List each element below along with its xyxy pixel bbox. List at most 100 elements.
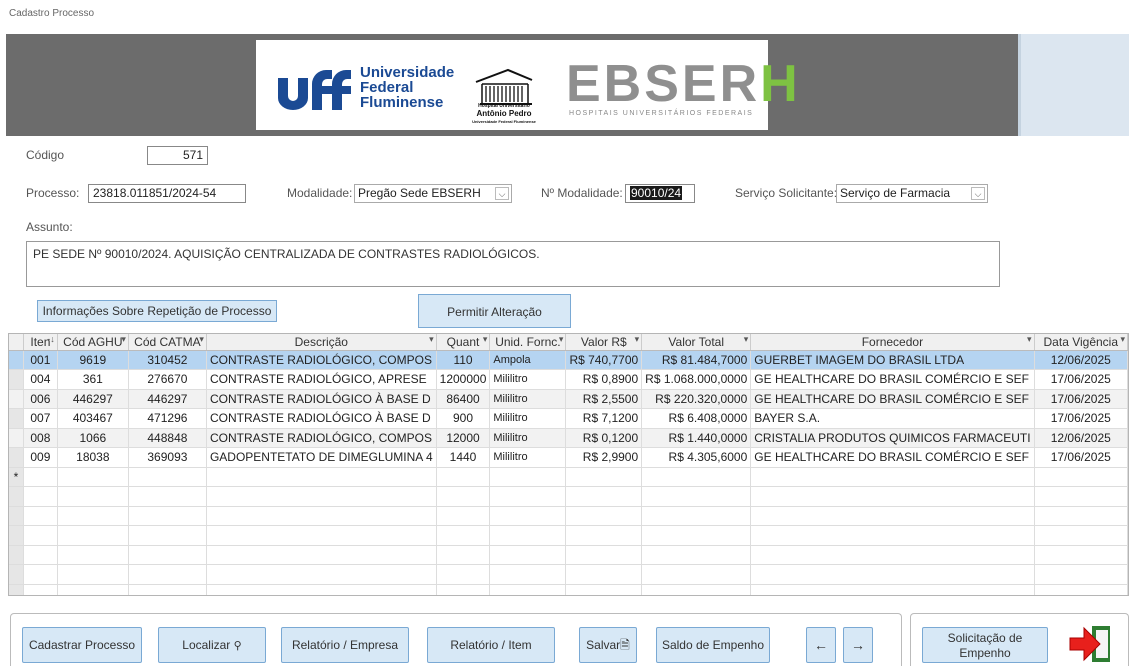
itens-grid[interactable]: Iten -↓ Cód AGHU ▾ Cód CATMA ▾ Descrição ▾ Q… bbox=[8, 333, 1129, 596]
relatorio-empresa-button[interactable]: Relatório / Empresa bbox=[281, 627, 409, 663]
codigo-field[interactable]: 571 bbox=[147, 146, 208, 165]
col-header-cod-catmat[interactable]: Cód CATMA ▾ bbox=[128, 334, 207, 351]
table-row[interactable]: 006 446297 446297 CONTRASTE RADIOLÓGICO À B… bbox=[9, 389, 1128, 409]
table-row[interactable]: 008 1066 448848 CONTRASTE RADIOLÓGICO, COMP… bbox=[9, 428, 1128, 448]
table-cell[interactable] bbox=[128, 467, 207, 487]
table-cell[interactable] bbox=[57, 467, 129, 487]
col-header-quant[interactable]: Quant ▾ bbox=[436, 334, 491, 351]
table-cell[interactable]: R$ 7,1200 bbox=[565, 408, 643, 429]
row-selector[interactable] bbox=[9, 447, 25, 468]
col-header-valor[interactable]: Valor R$ ▾ bbox=[565, 334, 643, 351]
table-cell[interactable]: R$ 81.484,7000 bbox=[641, 350, 752, 370]
table-cell[interactable]: CONTRASTE RADIOLÓGICO, COMPOS bbox=[206, 350, 437, 370]
modalidade-select[interactable]: Pregão Sede EBSERH ⌵ bbox=[354, 184, 512, 203]
table-cell[interactable]: 446297 bbox=[57, 389, 129, 409]
table-row[interactable]: 009 18038 369093 GADOPENTETATO DE DIMEGLUMI… bbox=[9, 447, 1128, 468]
table-cell[interactable]: GE HEALTHCARE DO BRASIL COMÉRCIO E SEF bbox=[750, 389, 1035, 409]
table-cell[interactable]: 008 bbox=[23, 428, 58, 448]
col-header-data-vigencia[interactable]: Data Vigência ▾ bbox=[1034, 334, 1128, 351]
servico-select[interactable]: Serviço de Farmacia ⌵ bbox=[836, 184, 988, 203]
col-header-fornecedor[interactable]: Fornecedor ▾ bbox=[750, 334, 1035, 351]
table-cell[interactable] bbox=[750, 467, 1035, 487]
table-cell[interactable]: Mililitro bbox=[489, 369, 567, 390]
table-cell[interactable]: 448848 bbox=[128, 428, 207, 448]
table-cell[interactable]: 12/06/2025 bbox=[1034, 428, 1128, 448]
relatorio-item-button[interactable]: Relatório / Item bbox=[427, 627, 555, 663]
table-cell[interactable]: 004 bbox=[23, 369, 58, 390]
table-cell[interactable]: 110 bbox=[436, 350, 491, 370]
table-cell[interactable] bbox=[565, 467, 643, 487]
table-cell[interactable]: Mililitro bbox=[489, 428, 567, 448]
table-cell[interactable]: 900 bbox=[436, 408, 491, 429]
table-cell[interactable]: 17/06/2025 bbox=[1034, 447, 1128, 468]
table-cell[interactable]: R$ 6.408,0000 bbox=[641, 408, 752, 429]
table-cell[interactable]: CONTRASTE RADIOLÓGICO À BASE D bbox=[206, 408, 437, 429]
exit-icon[interactable] bbox=[1068, 624, 1112, 664]
table-cell[interactable]: 001 bbox=[23, 350, 58, 370]
processo-field[interactable]: 23818.011851/2024-54 bbox=[88, 184, 246, 203]
localizar-button[interactable]: Localizar ⚲ bbox=[158, 627, 266, 663]
table-cell[interactable]: R$ 2,5500 bbox=[565, 389, 643, 409]
saldo-empenho-button[interactable]: Saldo de Empenho bbox=[656, 627, 770, 663]
table-cell[interactable]: 403467 bbox=[57, 408, 129, 429]
table-cell[interactable]: 310452 bbox=[128, 350, 207, 370]
new-record-row[interactable]: * bbox=[9, 467, 1128, 487]
table-cell[interactable]: 361 bbox=[57, 369, 129, 390]
table-cell[interactable]: R$ 4.305,6000 bbox=[641, 447, 752, 468]
table-cell[interactable]: 9619 bbox=[57, 350, 129, 370]
table-cell[interactable]: 006 bbox=[23, 389, 58, 409]
table-row[interactable]: 001 9619 310452 CONTRASTE RADIOLÓGICO, COMP… bbox=[9, 350, 1128, 370]
table-cell[interactable]: R$ 740,7700 bbox=[565, 350, 643, 370]
table-cell[interactable]: 12000 bbox=[436, 428, 491, 448]
assunto-field[interactable]: PE SEDE Nº 90010/2024. AQUISIÇÃO CENTRAL… bbox=[26, 241, 1000, 287]
table-cell[interactable]: R$ 0,8900 bbox=[565, 369, 643, 390]
table-cell[interactable]: CONTRASTE RADIOLÓGICO, COMPOS bbox=[206, 428, 437, 448]
info-repeticao-button[interactable]: Informações Sobre Repetição de Processo bbox=[37, 300, 277, 322]
table-cell[interactable]: R$ 2,9900 bbox=[565, 447, 643, 468]
cadastrar-processo-button[interactable]: Cadastrar Processo bbox=[22, 627, 142, 663]
table-cell[interactable]: 12/06/2025 bbox=[1034, 350, 1128, 370]
table-cell[interactable]: 17/06/2025 bbox=[1034, 389, 1128, 409]
table-cell[interactable]: 86400 bbox=[436, 389, 491, 409]
table-cell[interactable]: 1066 bbox=[57, 428, 129, 448]
table-cell[interactable] bbox=[641, 467, 752, 487]
col-header-valor-total[interactable]: Valor Total ▾ bbox=[641, 334, 752, 351]
table-cell[interactable]: Mililitro bbox=[489, 447, 567, 468]
table-cell[interactable]: Mililitro bbox=[489, 389, 567, 409]
col-header-iten[interactable]: Iten -↓ bbox=[23, 334, 58, 351]
table-cell[interactable]: CONTRASTE RADIOLÓGICO, APRESE bbox=[206, 369, 437, 390]
table-cell[interactable]: GADOPENTETATO DE DIMEGLUMINA 4 bbox=[206, 447, 437, 468]
chevron-down-icon[interactable]: ⌵ bbox=[971, 187, 985, 200]
table-cell[interactable]: 276670 bbox=[128, 369, 207, 390]
table-cell[interactable]: 1440 bbox=[436, 447, 491, 468]
row-selector[interactable] bbox=[9, 428, 25, 448]
row-selector[interactable] bbox=[9, 389, 25, 409]
row-selector[interactable] bbox=[9, 350, 25, 370]
table-cell[interactable]: Ampola bbox=[489, 350, 567, 370]
table-cell[interactable]: 18038 bbox=[57, 447, 129, 468]
previous-record-button[interactable]: ← bbox=[806, 627, 836, 663]
chevron-down-icon[interactable]: ⌵ bbox=[495, 187, 509, 200]
col-header-descricao[interactable]: Descrição ▾ bbox=[206, 334, 437, 351]
table-cell[interactable]: R$ 1.440,0000 bbox=[641, 428, 752, 448]
col-header-unid-fornc[interactable]: Unid. Fornc. ▾ bbox=[489, 334, 567, 351]
col-header-cod-aghu[interactable]: Cód AGHU ▾ bbox=[57, 334, 129, 351]
table-cell[interactable]: BAYER S.A. bbox=[750, 408, 1035, 429]
table-cell[interactable]: 446297 bbox=[128, 389, 207, 409]
table-cell[interactable] bbox=[1034, 467, 1128, 487]
table-cell[interactable]: 471296 bbox=[128, 408, 207, 429]
table-cell[interactable]: 17/06/2025 bbox=[1034, 408, 1128, 429]
table-cell[interactable]: 369093 bbox=[128, 447, 207, 468]
table-cell[interactable]: GE HEALTHCARE DO BRASIL COMÉRCIO E SEF bbox=[750, 369, 1035, 390]
table-cell[interactable] bbox=[436, 467, 491, 487]
table-cell[interactable]: CONTRASTE RADIOLÓGICO À BASE D bbox=[206, 389, 437, 409]
next-record-button[interactable]: → bbox=[843, 627, 873, 663]
solicitacao-empenho-button[interactable]: Solicitação de Empenho bbox=[922, 627, 1048, 663]
table-cell[interactable]: R$ 220.320,0000 bbox=[641, 389, 752, 409]
table-cell[interactable] bbox=[206, 467, 437, 487]
table-cell[interactable]: R$ 1.068.000,0000 bbox=[641, 369, 752, 390]
table-cell[interactable]: 1200000 bbox=[436, 369, 491, 390]
row-selector[interactable] bbox=[9, 408, 25, 429]
table-row[interactable]: 007 403467 471296 CONTRASTE RADIOLÓGICO À B… bbox=[9, 408, 1128, 429]
table-cell[interactable]: Mililitro bbox=[489, 408, 567, 429]
